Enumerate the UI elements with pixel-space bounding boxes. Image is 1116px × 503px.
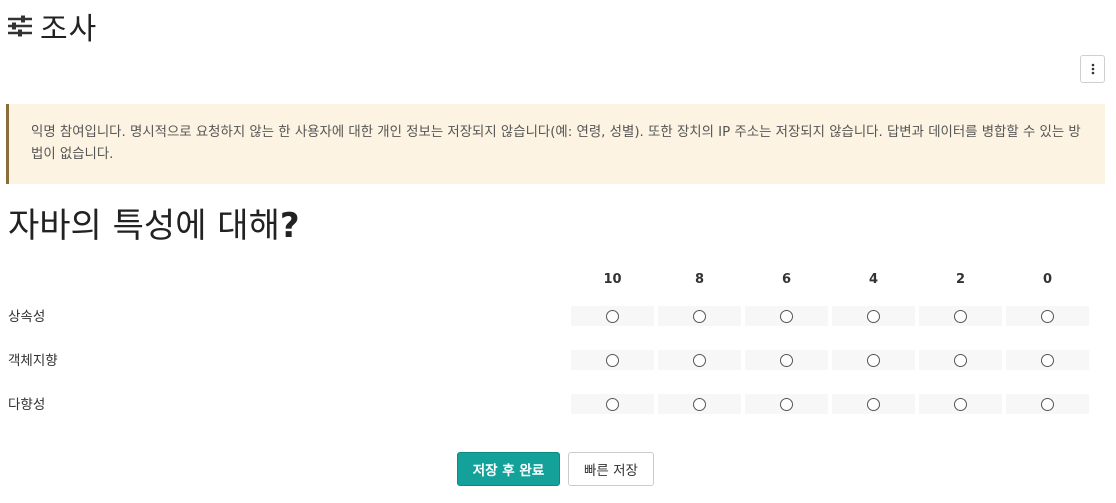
rating-radio[interactable]: [658, 394, 741, 414]
row-label-object-oriented: 객체지향: [8, 353, 58, 369]
radio-circle: [693, 309, 706, 323]
scale-header-5: 0: [1042, 272, 1053, 287]
page-title: 조사: [40, 12, 98, 47]
scale-header-3: 4: [868, 272, 879, 287]
scale-header-1: 8: [694, 272, 705, 287]
radio-circle: [1041, 397, 1054, 411]
scale-header-2: 6: [781, 272, 792, 287]
kebab-vertical-icon: [1091, 63, 1094, 75]
rating-radio[interactable]: [1006, 306, 1089, 326]
radio-circle: [954, 397, 967, 411]
more-actions-button[interactable]: [1080, 55, 1105, 83]
save-and-complete-button[interactable]: 저장 후 완료: [457, 452, 560, 486]
anonymity-notice: 익명 참여입니다. 명시적으로 요청하지 않는 한 사용자에 대한 개인 정보는…: [6, 104, 1105, 184]
rating-radio[interactable]: [1006, 350, 1089, 370]
notice-text: 익명 참여입니다. 명시적으로 요청하지 않는 한 사용자에 대한 개인 정보는…: [31, 125, 1081, 162]
radio-circle: [693, 353, 706, 367]
radio-circle: [867, 309, 880, 323]
radio-circle: [780, 309, 793, 323]
rating-radio[interactable]: [919, 306, 1002, 326]
sliders-icon: [6, 12, 34, 40]
question-text: 자바의 특성에 대해: [8, 206, 280, 246]
scale-header-4: 2: [955, 272, 966, 287]
radio-circle: [867, 397, 880, 411]
question-title: 자바의 특성에 대해?: [8, 198, 300, 247]
rating-radio[interactable]: [745, 350, 828, 370]
rating-radio[interactable]: [745, 306, 828, 326]
radio-circle: [780, 353, 793, 367]
rating-radio[interactable]: [1006, 394, 1089, 414]
radio-circle: [606, 353, 619, 367]
rating-radio[interactable]: [832, 394, 915, 414]
rating-radio[interactable]: [832, 306, 915, 326]
radio-circle: [1041, 309, 1054, 323]
radio-circle: [606, 397, 619, 411]
radio-circle: [954, 309, 967, 323]
rating-radio[interactable]: [658, 306, 741, 326]
rating-radio[interactable]: [919, 394, 1002, 414]
row-label-inheritance: 상속성: [8, 309, 46, 325]
rating-radio[interactable]: [571, 350, 654, 370]
radio-circle: [1041, 353, 1054, 367]
radio-circle: [780, 397, 793, 411]
page-header: 조사: [6, 8, 97, 47]
quick-save-button[interactable]: 빠른 저장: [568, 452, 654, 486]
rating-radio[interactable]: [658, 350, 741, 370]
radio-circle: [693, 397, 706, 411]
radio-circle: [606, 309, 619, 323]
radio-circle: [954, 353, 967, 367]
scale-header-0: 10: [603, 272, 622, 287]
rating-radio[interactable]: [832, 350, 915, 370]
rating-radio[interactable]: [745, 394, 828, 414]
rating-radio[interactable]: [919, 350, 1002, 370]
radio-circle: [867, 353, 880, 367]
rating-radio[interactable]: [571, 394, 654, 414]
question-mark: ?: [279, 206, 300, 246]
rating-radio[interactable]: [571, 306, 654, 326]
row-label-polymorphism: 다향성: [8, 397, 46, 413]
